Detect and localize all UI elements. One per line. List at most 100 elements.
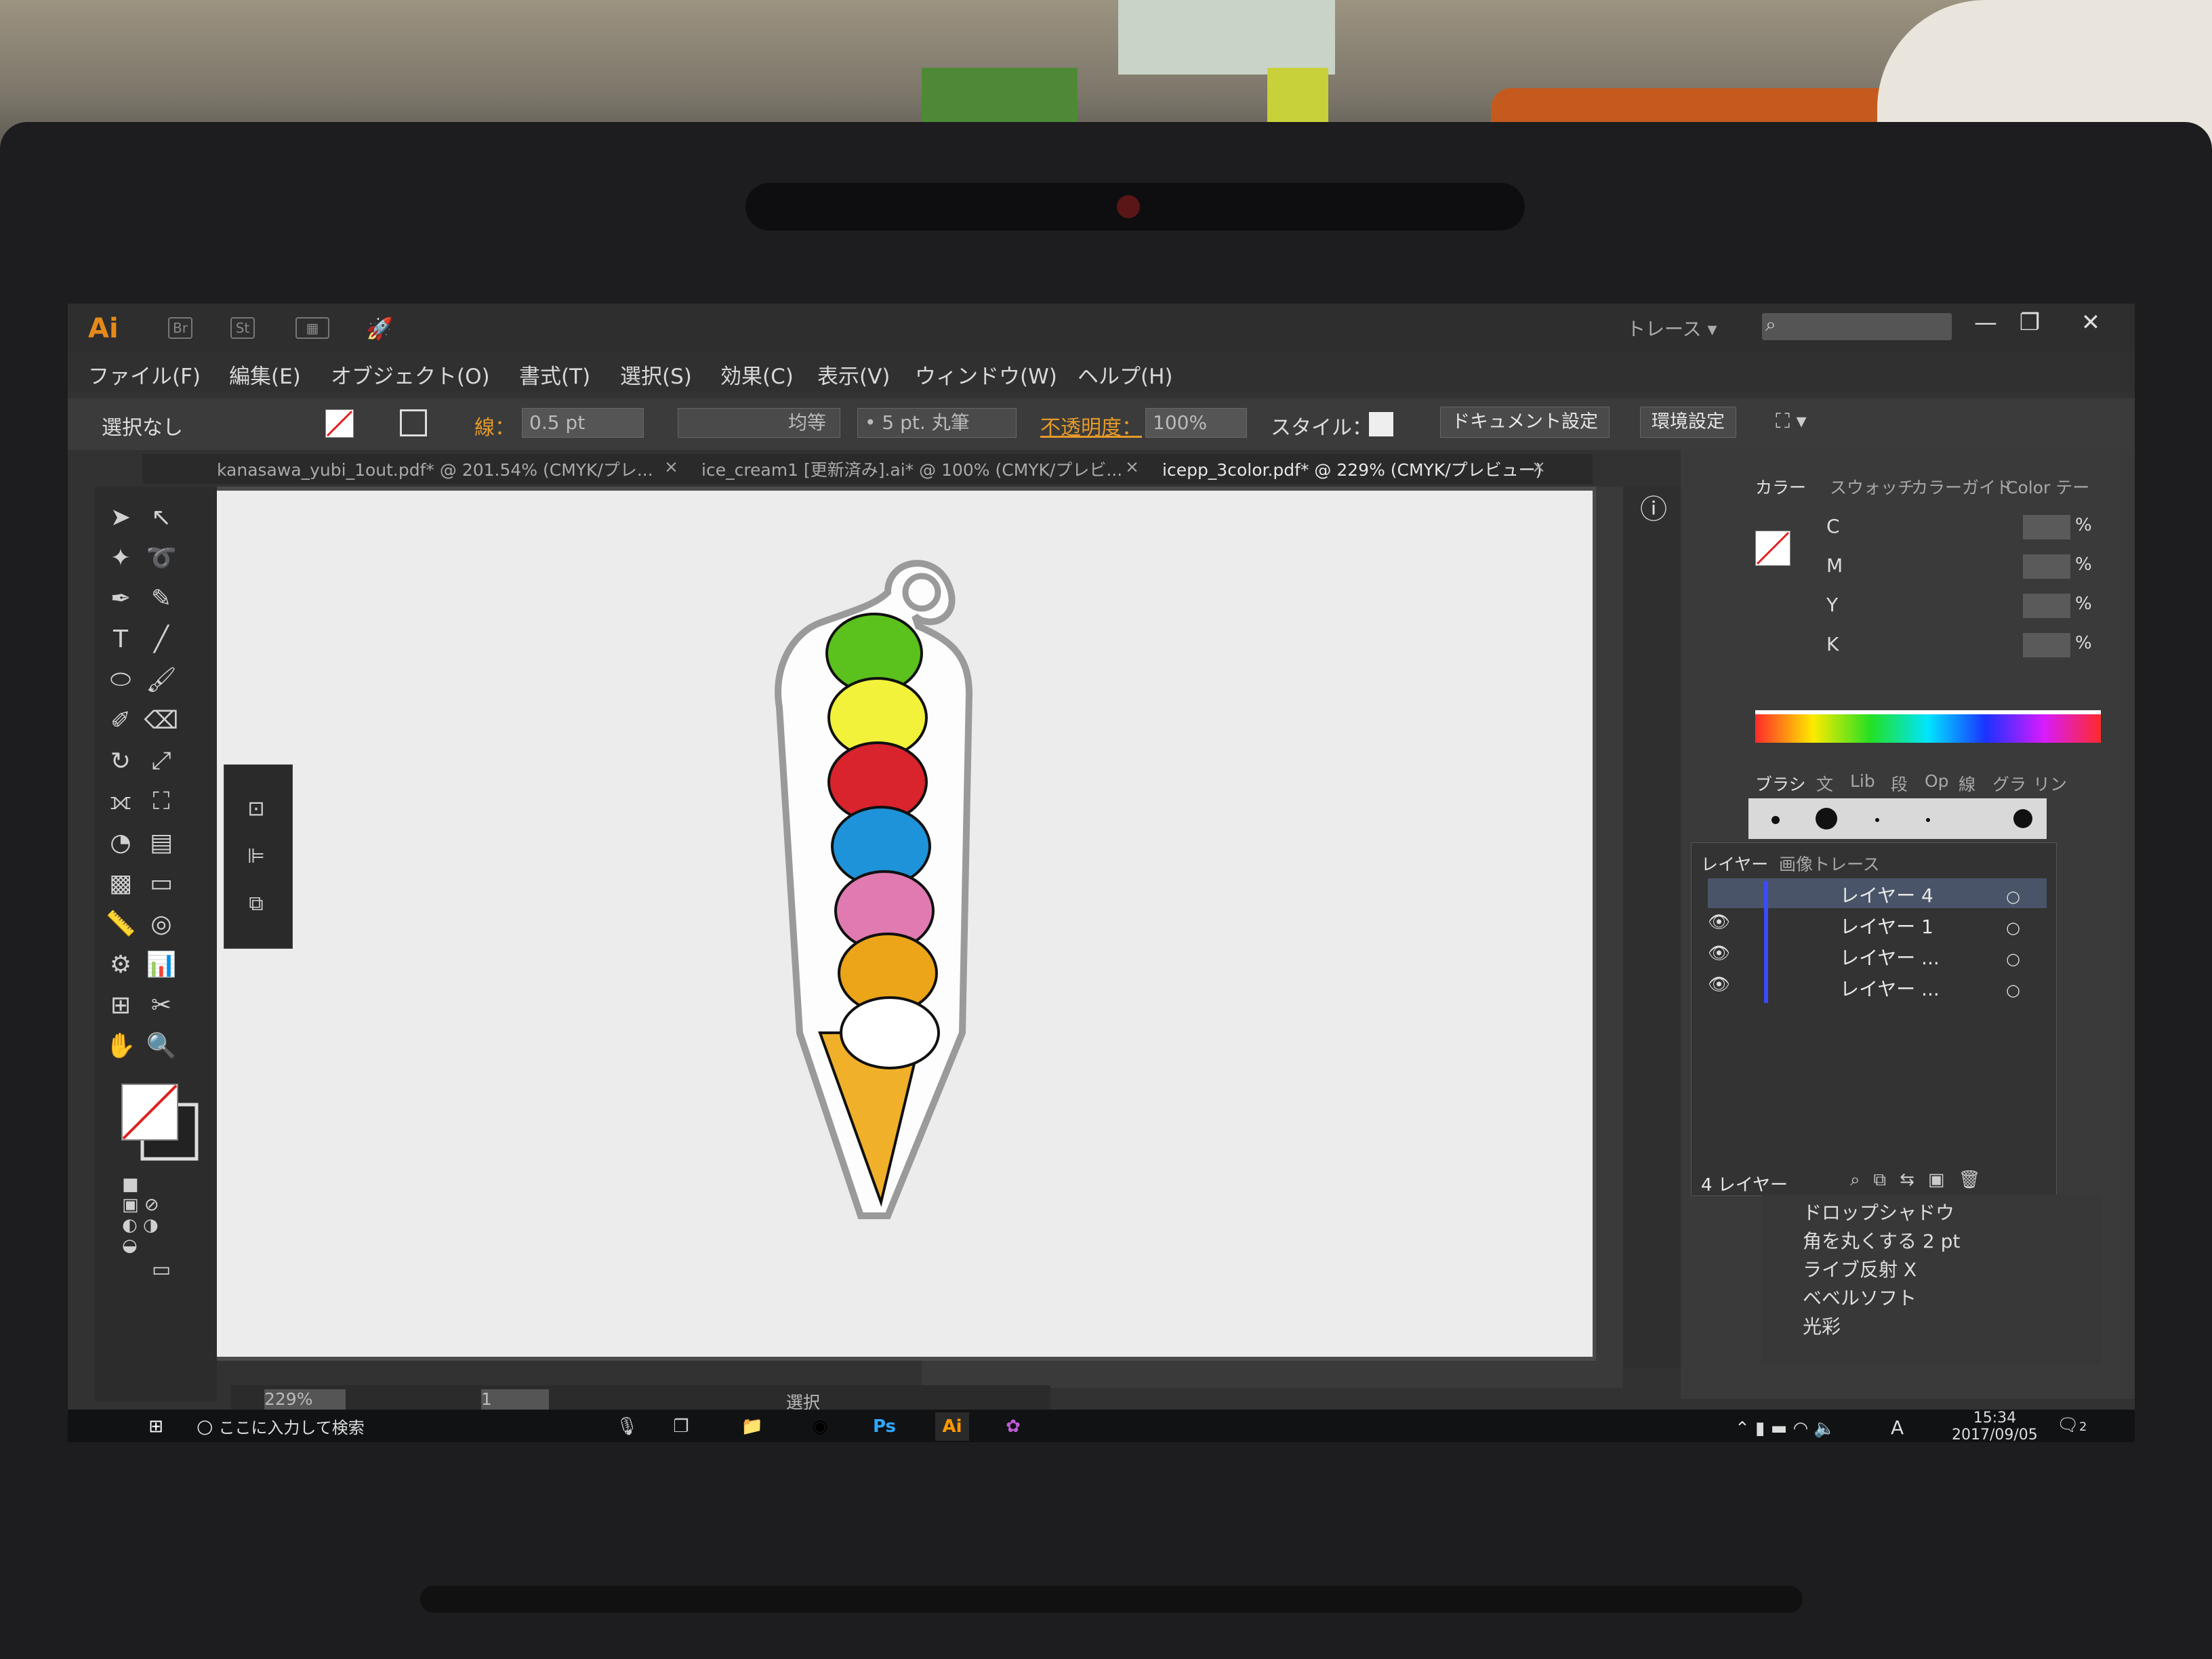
target-icons[interactable]: ○ ○ ○ ○ [2006, 881, 2020, 1006]
perspective-grid-icon[interactable]: ▤ [142, 825, 180, 859]
selection-tool-icon[interactable]: ➤ [102, 500, 140, 534]
magic-wand-icon[interactable]: ✦ [102, 541, 140, 575]
transform-icon[interactable]: ⊡ [237, 792, 275, 825]
free-transform-icon[interactable]: ⛶ [142, 785, 180, 819]
layer-action-icons[interactable]: ⌕⧉⇆▣🗑 [1850, 1170, 1994, 1191]
channel-c-input[interactable] [2023, 515, 2070, 539]
layer-name[interactable]: レイヤー 1 [1840, 912, 1933, 939]
style-bevel-soft[interactable]: ベベルソフト [1803, 1284, 1917, 1311]
style-swatch[interactable] [1369, 412, 1393, 436]
tray-icons[interactable]: ⌃ ▮ ▬ ◠ 🔈 [1735, 1418, 1836, 1439]
maximize-button[interactable]: ❐ [2013, 309, 2047, 336]
tab-kanasawa[interactable]: kanasawa_yubi_1out.pdf* @ 201.54% (CMYK/… [217, 457, 653, 481]
tab-close-icon[interactable]: × [1532, 457, 1546, 476]
stock-icon[interactable]: St [230, 317, 255, 339]
brush-library-row[interactable] [1748, 798, 2047, 839]
tab-gradient[interactable]: グラ [1992, 771, 2026, 796]
ice-cream-artwork[interactable] [210, 491, 1593, 1357]
menu-window[interactable]: ウィンドウ(W) [915, 359, 1057, 390]
line-tool-icon[interactable]: ╱ [142, 622, 180, 656]
channel-m-input[interactable] [2023, 554, 2070, 579]
artboard-number[interactable]: 1 [481, 1389, 549, 1410]
shape-builder-icon[interactable]: ◔ [102, 825, 140, 859]
menu-help[interactable]: ヘルプ(H) [1078, 359, 1173, 390]
hand-tool-icon[interactable]: ✋ [102, 1029, 140, 1063]
mesh-tool-icon[interactable]: ▩ [102, 866, 140, 900]
notification-icon[interactable]: 🗨2 [2057, 1415, 2087, 1435]
graph-tool-icon[interactable]: 📊 [142, 947, 180, 981]
style-round-corners[interactable]: 角を丸くする 2 pt [1803, 1227, 1960, 1254]
close-button[interactable]: ✕ [2074, 309, 2108, 336]
tab-color-themes[interactable]: Color テー [2006, 474, 2089, 499]
lasso-icon[interactable]: ➰ [142, 541, 180, 575]
paintbrush-icon[interactable]: 🖌 [142, 663, 180, 697]
workspace-dropdown[interactable]: トレース ▾ [1626, 314, 1717, 342]
info-icon[interactable]: ⓘ [1633, 487, 1674, 527]
preferences-button[interactable]: 環境設定 [1640, 407, 1736, 438]
blend-tool-icon[interactable]: ◎ [142, 907, 180, 941]
horizontal-scrollbar[interactable] [922, 1361, 1623, 1388]
ime-indicator[interactable]: A [1891, 1416, 1904, 1439]
tab-close-icon[interactable]: × [1125, 457, 1139, 476]
search-input[interactable] [1762, 313, 1952, 340]
stroke-swatch[interactable] [400, 409, 427, 436]
tab-swatches[interactable]: スウォッチ [1830, 474, 1914, 499]
menu-object[interactable]: オブジェクト(O) [331, 359, 490, 390]
scale-tool-icon[interactable]: ⤢ [142, 744, 180, 778]
zoom-level[interactable]: 229% [264, 1389, 346, 1410]
symbol-sprayer-icon[interactable]: ⚙ [102, 947, 140, 981]
eye-icon[interactable]: 👁 [1708, 943, 1730, 964]
vertical-scrollbar[interactable] [1596, 487, 1623, 1361]
variable-width-profile[interactable]: 均等 [678, 408, 840, 438]
shaper-tool-icon[interactable]: ✐ [102, 703, 140, 737]
eye-icon[interactable]: 👁 [1708, 912, 1730, 933]
tab-close-icon[interactable]: × [664, 457, 678, 476]
layer-name[interactable]: レイヤー ... [1840, 943, 1940, 970]
stroke-weight-input[interactable]: 0.5 pt [522, 408, 644, 438]
align-icon[interactable]: ⊫ [237, 839, 275, 873]
artboard[interactable] [210, 491, 1593, 1357]
windows-start-icon[interactable]: ⊞ [139, 1412, 173, 1441]
tab-color[interactable]: カラー [1755, 474, 1806, 499]
type-tool-icon[interactable]: T [102, 622, 140, 656]
curvature-tool-icon[interactable]: ✎ [142, 581, 180, 615]
slice-tool-icon[interactable]: ✂ [142, 988, 180, 1022]
illustrator-icon[interactable]: Ai [935, 1412, 969, 1441]
artboard-tool-icon[interactable]: ⊞ [102, 988, 140, 1022]
gradient-tool-icon[interactable]: ▭ [142, 866, 180, 900]
style-glow[interactable]: 光彩 [1803, 1312, 1841, 1339]
fill-swatch[interactable] [325, 409, 354, 438]
layer-name[interactable]: レイヤー 4 [1840, 881, 1933, 908]
task-view-icon[interactable]: ❐ [664, 1412, 698, 1441]
bridge-icon[interactable]: Br [168, 317, 192, 339]
direct-selection-tool-icon[interactable]: ↖ [142, 500, 180, 534]
color-fill-proxy[interactable] [1755, 531, 1790, 566]
color-spectrum[interactable] [1755, 710, 2101, 743]
app-flower-icon[interactable]: ✿ [996, 1412, 1030, 1441]
menu-type[interactable]: 書式(T) [519, 359, 590, 390]
pen-tool-icon[interactable]: ✒ [102, 581, 140, 615]
ellipse-tool-icon[interactable]: ⬭ [102, 663, 140, 697]
tab-icepp-3color[interactable]: icepp_3color.pdf* @ 229% (CMYK/プレビュー) [1162, 457, 1542, 481]
arrange-documents-icon[interactable]: ▦ [295, 317, 329, 339]
width-tool-icon[interactable]: ⟗ [102, 785, 140, 819]
layer-name[interactable]: レイヤー ... [1840, 975, 1940, 1002]
tab-layers[interactable]: レイヤー [1701, 851, 1768, 876]
channel-k-input[interactable] [2023, 633, 2070, 657]
tab-color-guide[interactable]: カラーガイド [1911, 474, 2013, 499]
opacity-input[interactable]: 100% [1145, 408, 1247, 438]
document-setup-button[interactable]: ドキュメント設定 [1440, 407, 1610, 438]
menu-file[interactable]: ファイル(F) [88, 359, 201, 390]
measure-tool-icon[interactable]: 📏 [102, 907, 140, 941]
tab-character[interactable]: 文 [1816, 771, 1833, 796]
color-mode-icons[interactable]: ■ ▣ ⊘ [122, 1174, 160, 1215]
menu-edit[interactable]: 編集(E) [229, 359, 301, 390]
chrome-icon[interactable]: ◉ [803, 1412, 837, 1441]
file-explorer-icon[interactable]: 📁 [735, 1412, 769, 1441]
eraser-icon[interactable]: ⌫ [142, 703, 180, 737]
tab-ice-cream1[interactable]: ice_cream1 [更新済み].ai* @ 100% (CMYK/プレビ..… [701, 457, 1122, 481]
menu-effect[interactable]: 効果(C) [720, 359, 794, 390]
tab-stroke[interactable]: 線 [1959, 771, 1975, 796]
tab-paragraph[interactable]: 段 [1891, 771, 1908, 796]
tab-libraries[interactable]: Lib [1850, 771, 1875, 791]
